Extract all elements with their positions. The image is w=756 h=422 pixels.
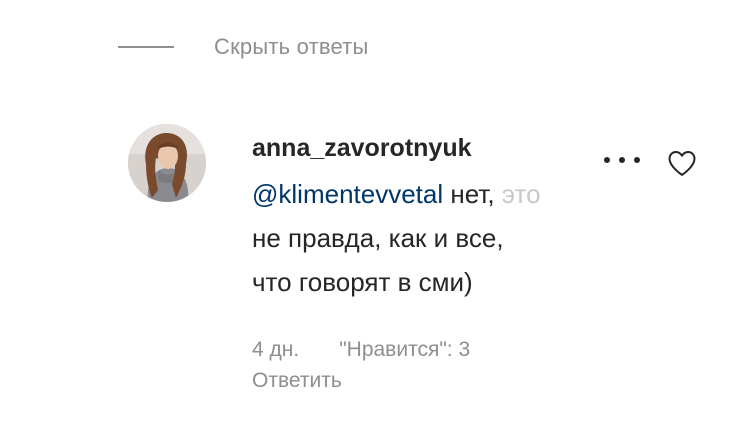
replies-divider-line — [118, 46, 174, 48]
mention-link[interactable]: @klimentevvetal — [252, 179, 443, 209]
comment-body: @klimentevvetal нет, это не правда, как … — [252, 172, 632, 304]
dot — [619, 157, 625, 163]
comment-line-1: @klimentevvetal нет, это — [252, 172, 632, 216]
avatar-image — [128, 124, 206, 202]
more-options-icon[interactable] — [604, 150, 640, 170]
comment-meta: 4 дн. "Нравится": 3 — [252, 338, 470, 362]
dot — [634, 157, 640, 163]
avatar[interactable] — [128, 124, 206, 202]
comment-text-1-faded: это — [501, 179, 541, 209]
reply-button[interactable]: Ответить — [252, 369, 342, 393]
comment-likes[interactable]: "Нравится": 3 — [339, 338, 470, 362]
hide-replies-toggle[interactable]: Скрыть ответы — [118, 34, 368, 60]
heart-icon[interactable] — [667, 149, 697, 177]
comment-line-2: не правда, как и все, — [252, 223, 504, 253]
comment-line-3: что говорят в сми) — [252, 267, 473, 297]
hide-replies-label[interactable]: Скрыть ответы — [214, 34, 368, 60]
comment-text-1: нет, — [443, 179, 502, 209]
comment-time: 4 дн. — [252, 338, 300, 361]
comment-username[interactable]: anna_zavorotnyuk — [252, 134, 472, 163]
dot — [604, 157, 610, 163]
